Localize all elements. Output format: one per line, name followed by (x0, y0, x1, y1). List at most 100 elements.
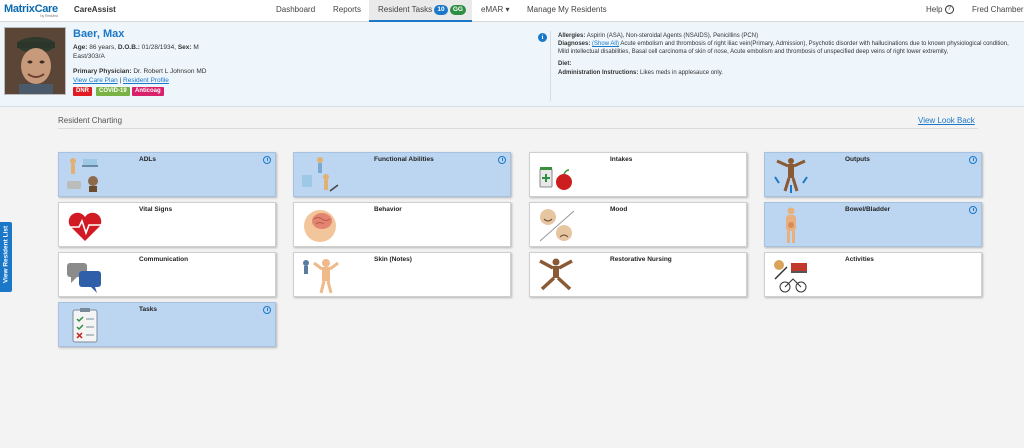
tile-label: Intakes (610, 156, 633, 163)
activities-icon (774, 260, 807, 293)
skin-figure-icon (303, 259, 339, 294)
clock-icon (969, 156, 977, 164)
primary-physician: Primary Physician: Dr. Robert L Johnson … (73, 68, 206, 75)
tile-mood[interactable]: Mood (529, 202, 747, 247)
mood-faces-icon (539, 209, 575, 242)
allergies-value: Aspirin (ASA), Non-steroidal Agents (NSA… (586, 33, 759, 39)
sex-value: M (193, 44, 199, 51)
admin-instructions-row: Administration Instructions: Likes meds … (558, 69, 1018, 77)
age-value: 86 years, (89, 44, 117, 51)
resident-tasks-count-badge: 10 (434, 4, 448, 15)
help-link[interactable]: Help ? (926, 0, 954, 22)
nav-resident-tasks-label: Resident Tasks (378, 5, 433, 14)
show-all-diagnoses-link[interactable]: (Show All) (592, 41, 619, 47)
resident-location: East/303/A (73, 53, 105, 60)
view-care-plan-link[interactable]: View Care Plan (73, 77, 118, 84)
intakes-icon (539, 167, 572, 190)
tile-adls[interactable]: ADLs (58, 152, 276, 197)
nav-manage-residents[interactable]: Manage My Residents (527, 0, 607, 22)
tile-label: Functional Abilities (374, 156, 434, 163)
help-label: Help (926, 5, 943, 14)
view-look-back-link[interactable]: View Look Back (918, 116, 975, 125)
bowel-bladder-icon (786, 207, 796, 243)
nav-reports[interactable]: Reports (333, 0, 361, 22)
nav-dashboard[interactable]: Dashboard (276, 0, 315, 22)
resident-demographics: Age: 86 years, D.O.B.: 01/28/1934, Sex: … (73, 44, 199, 51)
clipboard-icon (72, 308, 98, 343)
tile-label: Communication (139, 256, 189, 263)
clock-icon (498, 156, 506, 164)
diagnoses-label: Diagnoses: (558, 41, 591, 47)
clock-icon (263, 306, 271, 314)
resident-photo (4, 27, 66, 95)
resident-links: View Care Plan | Resident Profile (73, 77, 169, 84)
info-icon[interactable]: i (538, 33, 547, 42)
tag-anticoag: Anticoag (132, 87, 164, 96)
nav-resident-tasks[interactable]: Resident Tasks 10 GG (369, 0, 472, 22)
tile-label: Skin (Notes) (374, 256, 412, 263)
tile-bowel-bladder[interactable]: Bowel/Bladder (764, 202, 982, 247)
physician-value: Dr. Robert L Johnson MD (133, 68, 207, 75)
tile-label: Vital Signs (139, 206, 173, 213)
tile-communication[interactable]: Communication (58, 252, 276, 297)
diagnoses-value: Acute embolism and thrombosis of right i… (558, 41, 1009, 55)
allergies-row: Allergies: Aspirin (ASA), Non-steroidal … (558, 32, 1018, 40)
product-name: CareAssist (74, 5, 116, 14)
view-resident-list-tab[interactable]: View Resident List (0, 222, 12, 292)
tile-label: Activities (845, 256, 874, 263)
resident-tasks-gg-badge: GG (449, 4, 466, 15)
diagnoses-row: Diagnoses: (Show All) Acute embolism and… (558, 40, 1018, 56)
tile-skin-notes[interactable]: Skin (Notes) (293, 252, 511, 297)
tile-label: Tasks (139, 306, 157, 313)
header-divider (550, 31, 551, 101)
dob-label: D.O.B.: (117, 44, 140, 51)
nav-emar[interactable]: eMAR ▾ (481, 0, 509, 22)
tile-label: ADLs (139, 156, 156, 163)
sex-label: Sex: (177, 44, 192, 51)
functional-abilities-icon (302, 157, 339, 192)
top-nav-bar: MatrixCare by ResMed CareAssist Dashboar… (0, 0, 1024, 22)
tag-covid: COVID-19 (96, 87, 130, 96)
resident-portrait-icon (5, 28, 65, 94)
tile-tasks[interactable]: Tasks (58, 302, 276, 347)
tile-label: Outputs (845, 156, 870, 163)
tile-intakes[interactable]: Intakes (529, 152, 747, 197)
tile-label: Restorative Nursing (610, 256, 672, 263)
tag-dnr: DNR (73, 87, 92, 96)
tile-outputs[interactable]: Outputs (764, 152, 982, 197)
admin-instructions-label: Administration Instructions: (558, 70, 639, 76)
resident-header: Baer, Max Age: 86 years, D.O.B.: 01/28/1… (0, 23, 1024, 107)
tile-vital-signs[interactable]: Vital Signs (58, 202, 276, 247)
dob-value: 01/28/1934, (141, 44, 177, 51)
user-name[interactable]: Fred Chamber (972, 0, 1024, 22)
diet-label: Diet: (558, 61, 572, 67)
link-separator: | (119, 77, 122, 84)
resident-profile-link[interactable]: Resident Profile (123, 77, 169, 84)
speech-bubbles-icon (67, 263, 101, 293)
matrixcare-logo[interactable]: MatrixCare by ResMed (4, 3, 58, 18)
resident-name[interactable]: Baer, Max (73, 28, 124, 40)
allergies-label: Allergies: (558, 33, 586, 39)
clock-icon (969, 206, 977, 214)
help-circle-icon: ? (944, 5, 954, 15)
outputs-icon (774, 158, 808, 193)
physician-label: Primary Physician: (73, 68, 132, 75)
age-label: Age: (73, 44, 88, 51)
section-divider (58, 128, 978, 129)
admin-instructions-value: Likes meds in applesauce only. (640, 70, 723, 76)
diet-row: Diet: (558, 60, 1018, 68)
heart-icon (68, 212, 102, 241)
brain-icon (304, 210, 336, 242)
restorative-figure-icon (539, 258, 573, 291)
tile-activities[interactable]: Activities (764, 252, 982, 297)
tile-restorative-nursing[interactable]: Restorative Nursing (529, 252, 747, 297)
resident-charting-title: Resident Charting (58, 116, 123, 125)
tile-label: Behavior (374, 206, 402, 213)
tile-label: Bowel/Bladder (845, 206, 891, 213)
side-tab-label: View Resident List (2, 225, 10, 284)
tile-functional-abilities[interactable]: Functional Abilities (293, 152, 511, 197)
clock-icon (263, 156, 271, 164)
adls-icon (67, 158, 98, 192)
tile-label: Mood (610, 206, 628, 213)
tile-behavior[interactable]: Behavior (293, 202, 511, 247)
